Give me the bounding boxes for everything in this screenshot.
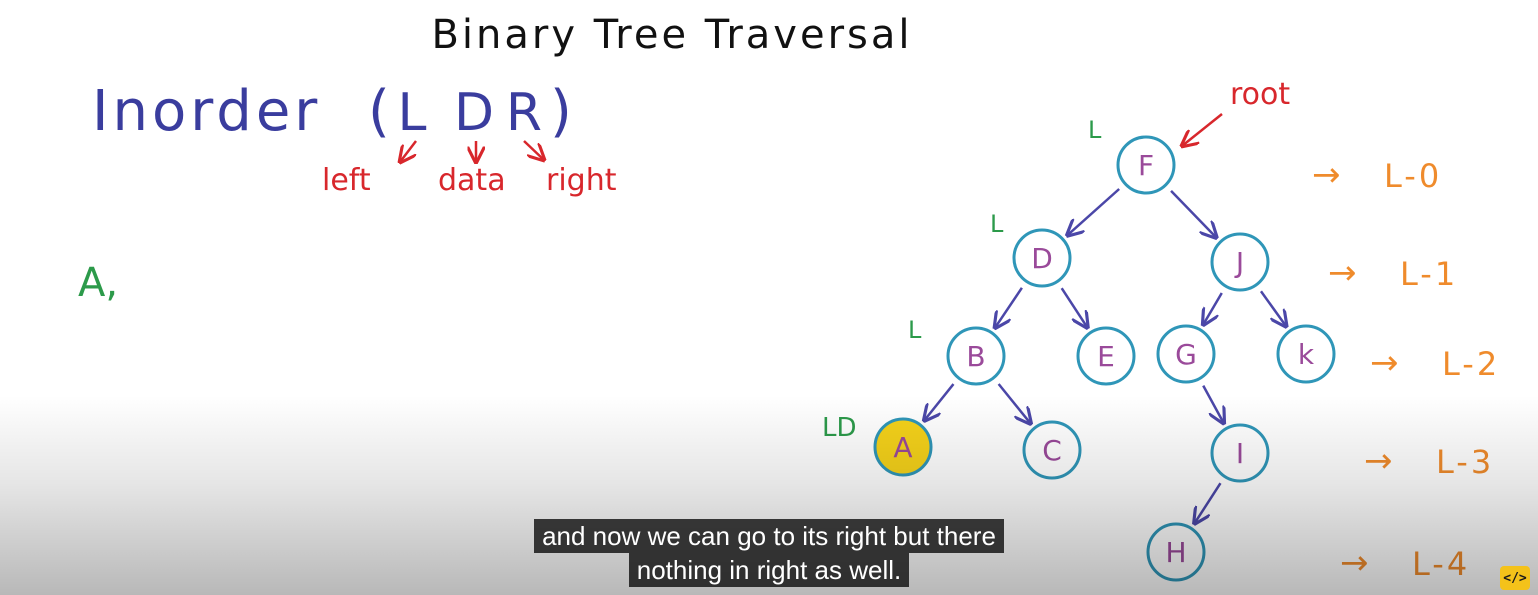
root-pointer-arrow [1182,113,1223,146]
paren-open: ( [368,79,390,144]
edge-j-k [1259,290,1286,326]
tree-node-j: J [1210,232,1270,292]
label-data: data [438,163,506,198]
edge-b-a [924,383,955,420]
paren-close: ) [550,79,572,144]
level-label-2: L-2 [1442,345,1500,383]
code-badge-icon[interactable]: </> [1500,566,1530,590]
edge-g-i [1202,385,1223,424]
tree-node-f: F [1116,135,1176,195]
level-arrow-icon: → [1370,343,1399,383]
diagram-title: Binary Tree Traversal [431,12,912,58]
node-label: k [1298,338,1315,371]
node-label: B [966,340,985,373]
tree-node-i: I [1210,423,1270,483]
tree-node-a: A [873,417,933,477]
left-pointer-arrow [400,140,417,162]
right-pointer-arrow [523,140,544,160]
level-label-3: L-3 [1436,443,1494,481]
visit-mark-b: L [908,316,922,344]
edge-f-d [1067,188,1120,235]
node-label: A [893,431,912,464]
tree-node-d: D [1012,228,1072,288]
level-arrow-icon: → [1312,155,1341,195]
tree-node-c: C [1022,420,1082,480]
node-label: F [1138,149,1154,182]
diagram-canvas: Binary Tree Traversal Inorder ( L D R ) … [78,12,1500,583]
edge-d-e [1060,287,1088,327]
traversal-name: Inorder [92,79,321,144]
visit-mark-a: LD [822,413,857,443]
tree-node-k: k [1276,324,1336,384]
level-label-1: L-1 [1400,255,1458,293]
edge-f-j [1170,189,1216,238]
tree-node-e: E [1076,326,1136,386]
root-label: root [1230,77,1290,112]
edge-b-c [997,383,1031,424]
level-arrow-icon: → [1364,441,1393,481]
visit-mark-f: L [1088,116,1102,144]
node-label: G [1175,338,1197,371]
edge-i-h [1194,482,1222,523]
level-label-0: L-0 [1384,157,1442,195]
level-arrow-icon: → [1328,253,1357,293]
order-letter-l: L [398,83,427,143]
order-letter-d: D [454,83,494,143]
order-letter-r: R [506,83,542,143]
node-label: C [1042,434,1062,467]
node-label: I [1236,437,1244,470]
edge-d-b [995,287,1023,328]
label-left: left [322,163,371,198]
tree-node-g: G [1156,324,1216,384]
subtitle-line-2: nothing in right as well. [628,553,910,587]
tree-node-b: B [946,326,1006,386]
node-label: D [1031,242,1053,275]
node-label: E [1097,340,1115,373]
label-right: right [546,163,617,198]
node-label: J [1234,246,1244,279]
edge-j-g [1203,292,1223,325]
visit-mark-d: L [990,210,1004,238]
traversal-output: A, [78,260,118,306]
subtitle-line-1: and now we can go to its right but there [534,519,1004,553]
subtitle-caption: and now we can go to its right but there… [0,519,1538,587]
